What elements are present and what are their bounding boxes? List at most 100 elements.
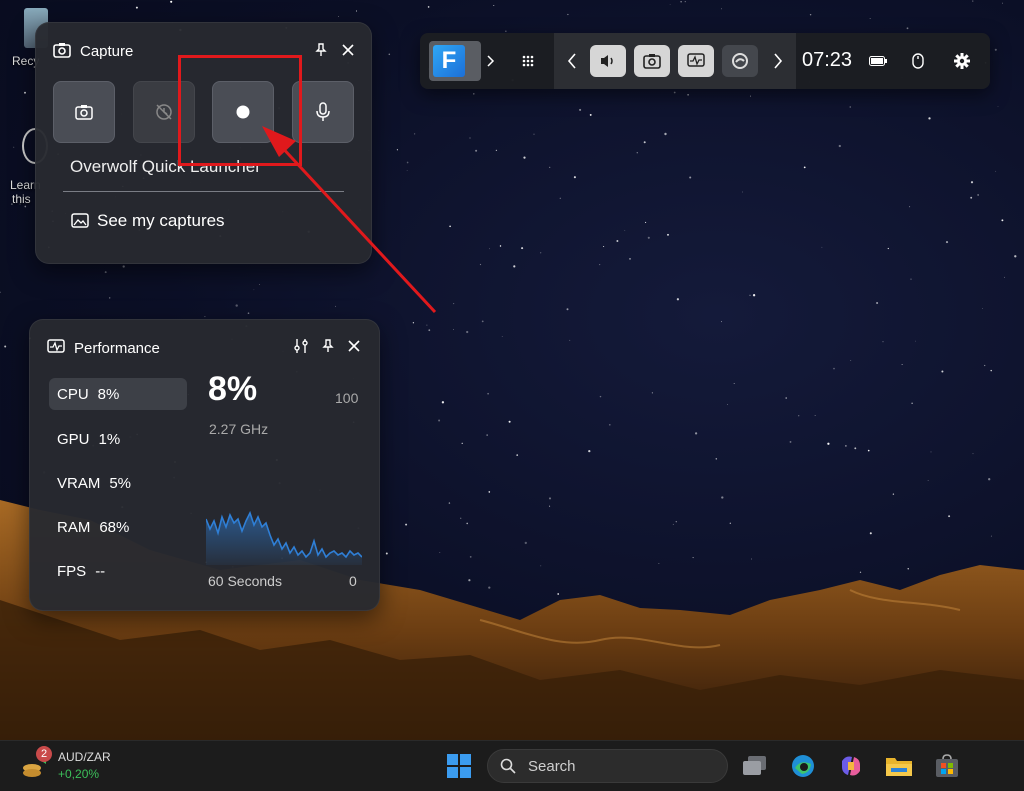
star (651, 392, 653, 394)
settings-sliders-icon[interactable] (291, 336, 311, 356)
star (990, 369, 992, 372)
star (733, 382, 735, 385)
star (982, 308, 983, 310)
widget-menu-icon[interactable] (516, 45, 540, 77)
chevron-right-icon[interactable] (484, 45, 498, 77)
star (827, 442, 830, 445)
star (997, 106, 999, 108)
star (487, 392, 489, 395)
star (104, 271, 107, 274)
star (396, 149, 398, 151)
performance-button[interactable] (678, 45, 714, 77)
star (680, 1, 682, 3)
star (887, 247, 889, 250)
star (624, 230, 626, 231)
star (970, 181, 974, 184)
pin-icon[interactable] (318, 336, 338, 356)
metric-name: GPU (57, 430, 90, 448)
star (453, 329, 455, 331)
windows-start-icon[interactable] (444, 751, 474, 781)
star (669, 4, 671, 5)
gear-icon[interactable] (950, 45, 974, 77)
screenshot-button[interactable] (53, 81, 115, 143)
star (235, 304, 238, 307)
star (1004, 276, 1006, 278)
star (749, 95, 751, 97)
metric-fps[interactable]: FPS -- (49, 555, 187, 587)
close-icon[interactable] (344, 336, 364, 356)
star (441, 401, 445, 404)
microsoft-store-icon[interactable] (932, 751, 962, 781)
star (882, 341, 884, 343)
copilot-icon[interactable] (836, 751, 866, 781)
star (798, 415, 800, 417)
volume-icon (601, 55, 613, 67)
star (673, 91, 676, 94)
edge-icon (732, 53, 748, 69)
star (909, 206, 911, 208)
star (559, 197, 561, 199)
metric-vram[interactable]: VRAM 5% (49, 467, 187, 499)
star (449, 225, 451, 228)
chevron-right-icon[interactable] (770, 45, 786, 77)
star (1001, 219, 1004, 222)
notification-badge: 2 (36, 746, 52, 762)
metric-cpu[interactable]: CPU 8% (49, 378, 187, 410)
star (752, 294, 756, 297)
star (406, 161, 409, 164)
metric-gpu[interactable]: GPU 1% (49, 423, 187, 455)
search-input[interactable] (526, 756, 710, 776)
cpu-frequency: 2.27 GHz (209, 421, 269, 437)
star (495, 149, 498, 152)
star (867, 449, 870, 452)
edge-icon[interactable] (788, 751, 818, 781)
pin-icon[interactable] (311, 40, 331, 60)
star (687, 94, 689, 96)
audio-button[interactable] (590, 45, 626, 77)
star (508, 420, 511, 423)
star (426, 324, 428, 326)
capture-button[interactable] (634, 45, 670, 77)
star (412, 322, 415, 324)
task-view-icon[interactable] (740, 751, 770, 781)
performance-monitor-icon (687, 53, 705, 67)
star (821, 246, 823, 248)
performance-monitor-icon (46, 337, 66, 357)
edge-browser-button[interactable] (722, 45, 758, 77)
star (643, 141, 646, 144)
taskbar: 2 AUD/ZAR +0,20% (0, 740, 1024, 791)
star (664, 132, 667, 136)
star (849, 106, 851, 108)
star (869, 18, 871, 20)
star (906, 27, 909, 30)
star (493, 5, 495, 7)
gallery-icon (71, 213, 89, 228)
file-explorer-icon[interactable] (884, 751, 914, 781)
star (647, 236, 650, 239)
chevron-left-icon[interactable] (564, 45, 580, 77)
metric-name: CPU (57, 385, 89, 403)
star (930, 451, 932, 453)
metric-ram[interactable]: RAM 68% (49, 511, 187, 543)
star (109, 297, 111, 299)
star (876, 301, 879, 305)
metric-value: 1% (98, 430, 121, 448)
camera-icon (75, 105, 93, 120)
star (727, 403, 728, 405)
see-my-captures-link[interactable]: See my captures (71, 211, 225, 231)
star (741, 191, 743, 193)
star (413, 133, 416, 135)
star (972, 453, 974, 455)
active-app-thumbnail[interactable]: F (429, 41, 481, 81)
search-icon (500, 758, 516, 774)
current-value: 8% (208, 370, 258, 408)
metric-value: -- (95, 562, 106, 580)
star (569, 339, 571, 341)
taskbar-search[interactable] (487, 749, 728, 783)
star (676, 298, 680, 301)
star (636, 152, 638, 154)
star (567, 13, 569, 16)
star (667, 233, 669, 236)
star (466, 330, 469, 334)
close-icon[interactable] (338, 40, 358, 60)
